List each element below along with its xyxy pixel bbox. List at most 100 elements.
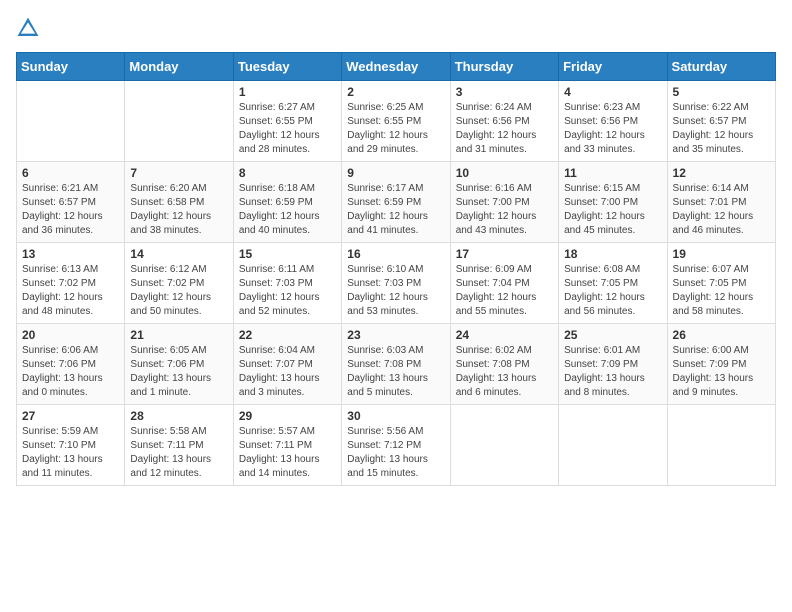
- day-number: 2: [347, 85, 444, 99]
- calendar-cell: 8 Sunrise: 6:18 AM Sunset: 6:59 PM Daylig…: [233, 162, 341, 243]
- calendar-cell: 6 Sunrise: 6:21 AM Sunset: 6:57 PM Daylig…: [17, 162, 125, 243]
- calendar-week-row: 1Sunrise: 6:27 AM Sunset: 6:55 PM Daylig…: [17, 81, 776, 162]
- calendar-cell: 15 Sunrise: 6:11 AM Sunset: 7:03 PM Dayli…: [233, 243, 341, 324]
- day-info: Sunrise: 6:13 AM Sunset: 7:02 PM Dayligh…: [22, 263, 119, 319]
- calendar-cell: 2 Sunrise: 6:25 AM Sunset: 6:55 PM Daylig…: [342, 81, 450, 162]
- weekday-header-tuesday: Tuesday: [233, 53, 341, 81]
- calendar-cell: [450, 405, 558, 486]
- day-info: Sunrise: 6:01 AM Sunset: 7:09 PM Dayligh…: [564, 344, 661, 400]
- calendar-cell: 14Sunrise: 6:12 AM Sunset: 7:02 PM Dayli…: [125, 243, 233, 324]
- day-info: Sunrise: 6:18 AM Sunset: 6:59 PM Dayligh…: [239, 182, 336, 238]
- day-number: 19: [673, 247, 770, 261]
- day-info: Sunrise: 6:20 AM Sunset: 6:58 PM Dayligh…: [130, 182, 227, 238]
- calendar-week-row: 6 Sunrise: 6:21 AM Sunset: 6:57 PM Daylig…: [17, 162, 776, 243]
- day-info: Sunrise: 6:27 AM Sunset: 6:55 PM Dayligh…: [239, 101, 336, 157]
- day-number: 10: [456, 166, 553, 180]
- calendar-cell: 10 Sunrise: 6:16 AM Sunset: 7:00 PM Dayli…: [450, 162, 558, 243]
- day-info: Sunrise: 6:07 AM Sunset: 7:05 PM Dayligh…: [673, 263, 770, 319]
- day-number: 5: [673, 85, 770, 99]
- day-number: 14: [130, 247, 227, 261]
- day-number: 7: [130, 166, 227, 180]
- day-number: 17: [456, 247, 553, 261]
- weekday-header-thursday: Thursday: [450, 53, 558, 81]
- day-info: Sunrise: 6:25 AM Sunset: 6:55 PM Dayligh…: [347, 101, 444, 157]
- calendar-cell: [17, 81, 125, 162]
- day-info: Sunrise: 6:06 AM Sunset: 7:06 PM Dayligh…: [22, 344, 119, 400]
- weekday-header-sunday: Sunday: [17, 53, 125, 81]
- day-info: Sunrise: 5:57 AM Sunset: 7:11 PM Dayligh…: [239, 425, 336, 481]
- day-info: Sunrise: 6:02 AM Sunset: 7:08 PM Dayligh…: [456, 344, 553, 400]
- day-info: Sunrise: 6:17 AM Sunset: 6:59 PM Dayligh…: [347, 182, 444, 238]
- calendar-cell: 19 Sunrise: 6:07 AM Sunset: 7:05 PM Dayli…: [667, 243, 775, 324]
- calendar-cell: 29Sunrise: 5:57 AM Sunset: 7:11 PM Dayli…: [233, 405, 341, 486]
- calendar-cell: 1Sunrise: 6:27 AM Sunset: 6:55 PM Daylig…: [233, 81, 341, 162]
- calendar-cell: 18 Sunrise: 6:08 AM Sunset: 7:05 PM Dayli…: [559, 243, 667, 324]
- day-info: Sunrise: 5:59 AM Sunset: 7:10 PM Dayligh…: [22, 425, 119, 481]
- day-info: Sunrise: 6:24 AM Sunset: 6:56 PM Dayligh…: [456, 101, 553, 157]
- weekday-header-friday: Friday: [559, 53, 667, 81]
- day-info: Sunrise: 5:58 AM Sunset: 7:11 PM Dayligh…: [130, 425, 227, 481]
- calendar-cell: 28Sunrise: 5:58 AM Sunset: 7:11 PM Dayli…: [125, 405, 233, 486]
- day-number: 27: [22, 409, 119, 423]
- day-info: Sunrise: 6:21 AM Sunset: 6:57 PM Dayligh…: [22, 182, 119, 238]
- calendar-cell: 22 Sunrise: 6:04 AM Sunset: 7:07 PM Dayli…: [233, 324, 341, 405]
- day-info: Sunrise: 6:16 AM Sunset: 7:00 PM Dayligh…: [456, 182, 553, 238]
- day-number: 15: [239, 247, 336, 261]
- day-number: 18: [564, 247, 661, 261]
- calendar-cell: 25 Sunrise: 6:01 AM Sunset: 7:09 PM Dayli…: [559, 324, 667, 405]
- calendar-cell: 16Sunrise: 6:10 AM Sunset: 7:03 PM Dayli…: [342, 243, 450, 324]
- calendar-cell: 21Sunrise: 6:05 AM Sunset: 7:06 PM Dayli…: [125, 324, 233, 405]
- day-number: 26: [673, 328, 770, 342]
- calendar-cell: 20 Sunrise: 6:06 AM Sunset: 7:06 PM Dayli…: [17, 324, 125, 405]
- calendar-cell: 4 Sunrise: 6:23 AM Sunset: 6:56 PM Daylig…: [559, 81, 667, 162]
- day-number: 8: [239, 166, 336, 180]
- day-info: Sunrise: 6:03 AM Sunset: 7:08 PM Dayligh…: [347, 344, 444, 400]
- calendar-cell: 9Sunrise: 6:17 AM Sunset: 6:59 PM Daylig…: [342, 162, 450, 243]
- calendar-week-row: 20 Sunrise: 6:06 AM Sunset: 7:06 PM Dayli…: [17, 324, 776, 405]
- day-number: 6: [22, 166, 119, 180]
- day-number: 25: [564, 328, 661, 342]
- day-info: Sunrise: 5:56 AM Sunset: 7:12 PM Dayligh…: [347, 425, 444, 481]
- day-number: 20: [22, 328, 119, 342]
- day-number: 4: [564, 85, 661, 99]
- day-number: 16: [347, 247, 444, 261]
- calendar-cell: [559, 405, 667, 486]
- day-info: Sunrise: 6:14 AM Sunset: 7:01 PM Dayligh…: [673, 182, 770, 238]
- calendar-cell: 30 Sunrise: 5:56 AM Sunset: 7:12 PM Dayli…: [342, 405, 450, 486]
- day-number: 11: [564, 166, 661, 180]
- day-number: 23: [347, 328, 444, 342]
- day-info: Sunrise: 6:08 AM Sunset: 7:05 PM Dayligh…: [564, 263, 661, 319]
- calendar-cell: 17 Sunrise: 6:09 AM Sunset: 7:04 PM Dayli…: [450, 243, 558, 324]
- day-info: Sunrise: 6:23 AM Sunset: 6:56 PM Dayligh…: [564, 101, 661, 157]
- calendar-cell: [125, 81, 233, 162]
- calendar-table: SundayMondayTuesdayWednesdayThursdayFrid…: [16, 52, 776, 486]
- weekday-header-monday: Monday: [125, 53, 233, 81]
- calendar-cell: 3 Sunrise: 6:24 AM Sunset: 6:56 PM Daylig…: [450, 81, 558, 162]
- calendar-week-row: 27 Sunrise: 5:59 AM Sunset: 7:10 PM Dayli…: [17, 405, 776, 486]
- logo-icon: [16, 16, 40, 40]
- day-info: Sunrise: 6:00 AM Sunset: 7:09 PM Dayligh…: [673, 344, 770, 400]
- calendar-week-row: 13Sunrise: 6:13 AM Sunset: 7:02 PM Dayli…: [17, 243, 776, 324]
- calendar-cell: 7 Sunrise: 6:20 AM Sunset: 6:58 PM Daylig…: [125, 162, 233, 243]
- day-number: 24: [456, 328, 553, 342]
- calendar-header-row: SundayMondayTuesdayWednesdayThursdayFrid…: [17, 53, 776, 81]
- day-info: Sunrise: 6:15 AM Sunset: 7:00 PM Dayligh…: [564, 182, 661, 238]
- day-number: 30: [347, 409, 444, 423]
- calendar-cell: 27 Sunrise: 5:59 AM Sunset: 7:10 PM Dayli…: [17, 405, 125, 486]
- day-number: 3: [456, 85, 553, 99]
- day-info: Sunrise: 6:04 AM Sunset: 7:07 PM Dayligh…: [239, 344, 336, 400]
- page-header: [16, 16, 776, 40]
- day-info: Sunrise: 6:22 AM Sunset: 6:57 PM Dayligh…: [673, 101, 770, 157]
- day-number: 22: [239, 328, 336, 342]
- calendar-cell: 11 Sunrise: 6:15 AM Sunset: 7:00 PM Dayli…: [559, 162, 667, 243]
- calendar-cell: 5 Sunrise: 6:22 AM Sunset: 6:57 PM Daylig…: [667, 81, 775, 162]
- calendar-cell: 24 Sunrise: 6:02 AM Sunset: 7:08 PM Dayli…: [450, 324, 558, 405]
- day-number: 12: [673, 166, 770, 180]
- day-info: Sunrise: 6:11 AM Sunset: 7:03 PM Dayligh…: [239, 263, 336, 319]
- weekday-header-wednesday: Wednesday: [342, 53, 450, 81]
- weekday-header-saturday: Saturday: [667, 53, 775, 81]
- calendar-cell: [667, 405, 775, 486]
- calendar-cell: 26 Sunrise: 6:00 AM Sunset: 7:09 PM Dayli…: [667, 324, 775, 405]
- calendar-cell: 23 Sunrise: 6:03 AM Sunset: 7:08 PM Dayli…: [342, 324, 450, 405]
- day-info: Sunrise: 6:09 AM Sunset: 7:04 PM Dayligh…: [456, 263, 553, 319]
